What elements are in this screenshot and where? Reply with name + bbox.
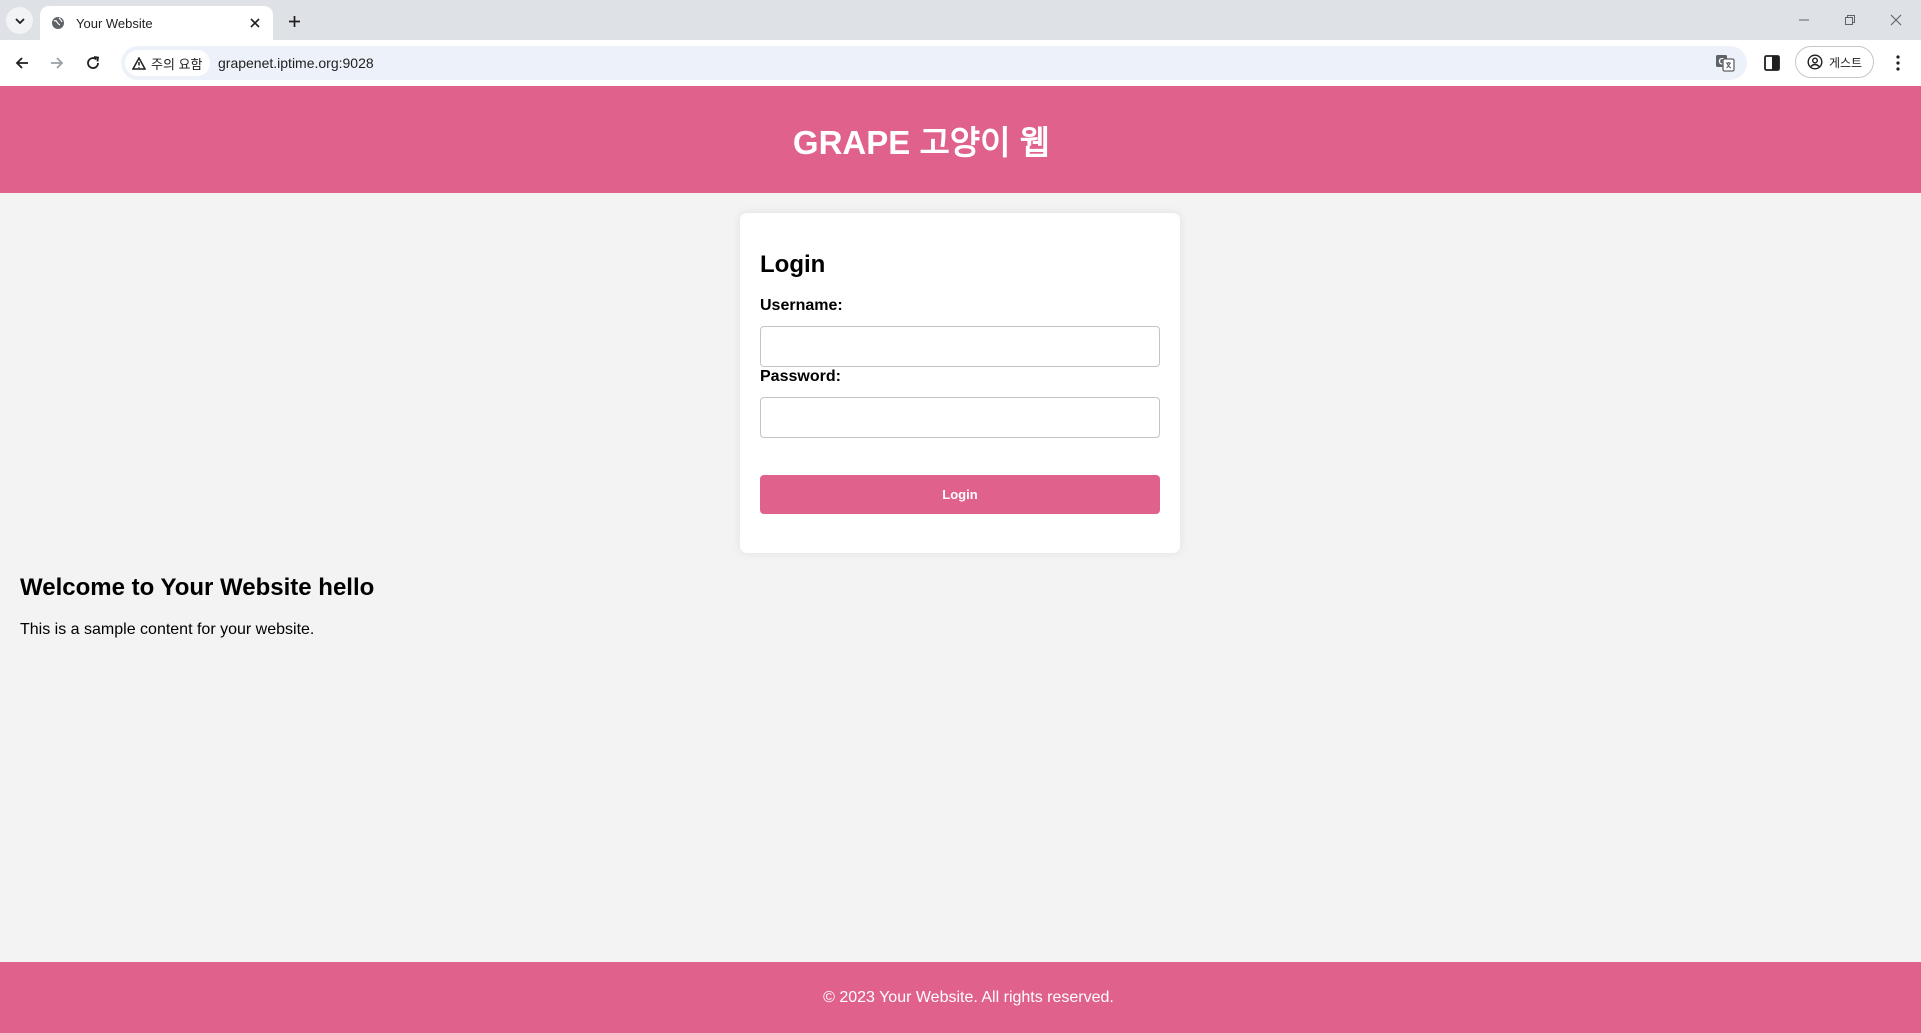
- password-label: Password:: [760, 368, 841, 385]
- close-icon: [1890, 14, 1902, 26]
- footer-text: © 2023 Your Website. All rights reserved…: [823, 988, 1114, 1006]
- arrow-left-icon: [15, 57, 28, 69]
- browser-tab[interactable]: Your Website: [40, 6, 273, 40]
- minimize-icon: [1799, 19, 1809, 21]
- site-title: GRAPE 고양이 웹: [792, 123, 1051, 161]
- login-form: Login Username: Password: Login: [740, 213, 1180, 553]
- login-button[interactable]: Login: [760, 475, 1160, 514]
- security-chip-label: 주의 요함: [151, 56, 203, 72]
- tab-search-button[interactable]: [6, 7, 33, 34]
- close-window-button[interactable]: [1873, 6, 1919, 34]
- page-content: GRAPE 고양이 웹 Login Username: Password: Lo…: [0, 86, 1921, 1033]
- restore-button[interactable]: [1827, 6, 1873, 34]
- translate-icon[interactable]: G: [1715, 53, 1735, 73]
- kebab-menu-icon[interactable]: [1886, 51, 1910, 75]
- security-chip[interactable]: 주의 요함: [125, 50, 211, 76]
- forward-button[interactable]: [42, 48, 72, 78]
- profile-label: 게스트: [1828, 55, 1863, 70]
- reload-button[interactable]: [78, 48, 108, 78]
- tab-title: Your Website: [76, 15, 153, 31]
- back-button[interactable]: [7, 48, 37, 78]
- profile-icon: [1807, 54, 1823, 70]
- username-label: Username:: [760, 297, 843, 314]
- address-bar[interactable]: 주의 요함 grapenet.iptime.org:9028 G: [121, 46, 1747, 80]
- minimize-button[interactable]: [1781, 6, 1827, 34]
- globe-icon: [50, 15, 66, 31]
- plus-icon: [288, 15, 300, 27]
- login-title: Login: [760, 251, 826, 278]
- chevron-down-icon: [14, 17, 25, 24]
- browser-toolbar: 주의 요함 grapenet.iptime.org:9028 G 게스트: [0, 40, 1921, 86]
- reload-icon: [87, 56, 100, 69]
- side-panel-icon[interactable]: [1762, 53, 1782, 73]
- browser-tab-strip: Your Website: [0, 0, 1921, 40]
- site-footer: © 2023 Your Website. All rights reserved…: [0, 962, 1921, 1033]
- new-tab-button[interactable]: [282, 9, 306, 33]
- welcome-heading: Welcome to Your Website hello: [20, 574, 375, 601]
- arrow-right-icon: [51, 57, 64, 69]
- username-input[interactable]: [760, 326, 1160, 367]
- restore-icon: [1845, 15, 1855, 25]
- warning-icon: [132, 56, 146, 70]
- close-icon[interactable]: [245, 13, 265, 33]
- welcome-text: This is a sample content for your websit…: [20, 621, 315, 638]
- site-header: GRAPE 고양이 웹: [0, 86, 1921, 193]
- profile-button[interactable]: 게스트: [1795, 46, 1874, 78]
- url-text[interactable]: grapenet.iptime.org:9028: [218, 55, 374, 71]
- password-input[interactable]: [760, 397, 1160, 438]
